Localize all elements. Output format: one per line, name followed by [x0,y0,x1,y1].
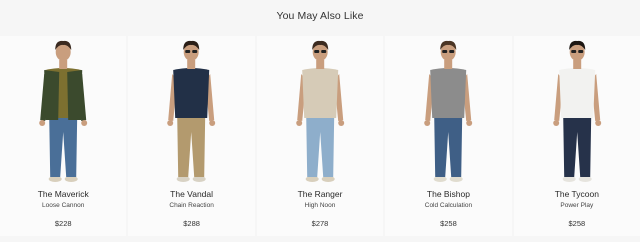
product-info: The Tycoon Power Play $258 [514,189,640,229]
glasses [449,50,455,53]
product-price: $258 [440,219,457,228]
product-image[interactable] [0,36,126,186]
product-card[interactable]: The Vandal Chain Reaction $288 [128,36,255,236]
product-image[interactable] [385,36,511,186]
pants [177,116,206,177]
product-collection: Loose Cannon [42,202,85,209]
product-name[interactable]: The Tycoon [514,189,640,200]
hand [39,120,46,126]
product-card[interactable]: The Bishop Cold Calculation $258 [385,36,512,236]
product-name[interactable]: The Bishop [385,189,511,200]
neck [59,60,68,69]
product-card[interactable]: The Ranger High Noon $278 [256,36,384,236]
jacket-right [67,70,83,120]
jacket-left [44,70,60,120]
product-price: $228 [54,219,72,228]
shirt [558,68,595,118]
glasses [314,50,320,53]
product-collection: High Noon [304,202,336,209]
pants [49,116,78,177]
shirt [302,68,339,118]
hand [424,120,431,126]
hand [81,120,88,126]
product-image[interactable] [514,36,640,186]
neck [444,60,453,69]
product-info: The Ranger High Noon $278 [257,189,383,229]
product-info: The Vandal Chain Reaction $288 [128,189,254,229]
hand [209,120,216,126]
product-info: The Bishop Cold Calculation $258 [385,189,511,229]
product-name[interactable]: The Vandal [128,189,254,200]
product-price: $288 [183,219,200,228]
pants [434,116,463,177]
hand [167,120,174,126]
glasses [192,50,198,53]
shirt [430,68,467,118]
hand [296,120,303,126]
product-image[interactable] [128,36,254,186]
product-grid: The Maverick Loose Cannon $228 The Vanda… [0,36,640,236]
hand [594,120,601,126]
product-collection: Chain Reaction [169,202,214,209]
product-collection: Power Play [560,202,594,209]
pants [306,116,335,177]
product-image[interactable] [257,36,383,186]
hand [338,120,345,126]
glasses [185,50,191,53]
neck [187,60,196,69]
product-card[interactable]: The Maverick Loose Cannon $228 [0,36,127,236]
product-card[interactable]: The Tycoon Power Play $258 [513,36,640,236]
product-name[interactable]: The Maverick [0,189,126,200]
product-name[interactable]: The Ranger [257,189,383,200]
product-info: The Maverick Loose Cannon $228 [0,189,126,229]
shirt [173,68,210,118]
glasses [570,50,576,53]
glasses [442,50,448,53]
glasses [321,50,327,53]
glasses [577,50,583,53]
product-price: $258 [568,219,586,228]
neck [316,60,325,69]
product-collection: Cold Calculation [424,202,473,209]
neck [572,60,581,69]
pants [562,116,591,177]
product-price: $278 [311,219,329,228]
hand [466,120,473,126]
section-title: You May Also Like [276,10,364,22]
hand [552,120,559,126]
